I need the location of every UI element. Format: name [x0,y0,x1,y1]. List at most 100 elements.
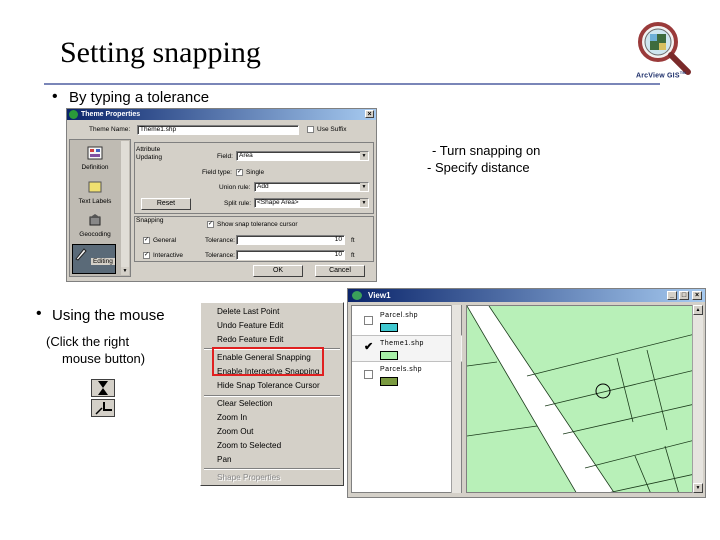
show-cursor-label: Show snap tolerance cursor [217,221,298,228]
dialog-close-button[interactable]: × [365,110,374,118]
union-rule-value: Add [257,183,269,190]
sidebar-item-label: Geocoding [79,231,111,238]
sidebar-item-label: Text Labels [78,198,112,205]
view-window: View1 _ □ × Parcel.shp ✔ Theme1.shp Parc… [347,288,706,498]
field-type-label: Field type: [202,169,232,176]
general-units: ft [351,237,355,244]
geocoding-icon [89,214,101,226]
sidebar-item-label: Definition [81,164,109,171]
slide-title: Setting snapping [60,36,261,69]
logo-tm: TM [679,70,686,75]
sidebar-scrollbar[interactable]: ▼ [121,141,129,275]
general-snapping-checkbox[interactable]: ✓ [143,237,150,244]
single-label: Single [246,169,265,176]
bullet-marker-2: • [36,305,42,322]
bullet-using-mouse: Using the mouse [52,307,165,324]
theme-properties-dialog: Theme Properties × Theme Name: Theme1.sh… [66,108,377,282]
menu-item-zoom-in[interactable]: Zoom In [217,413,247,422]
field-value: Area [239,152,253,159]
legend-item-parcel[interactable]: Parcel.shp [352,308,462,335]
parcel-map-drawing [467,306,693,492]
legend-item-parcels[interactable]: Parcels.shp [352,362,462,389]
attribute-updating-group: Attribute Updating Field: Area ▼ Field ty… [134,142,374,214]
snap-tool-button[interactable] [91,379,115,397]
interactive-units: ft [351,252,355,259]
show-cursor-checkbox[interactable]: ✓ [207,221,214,228]
legend-checkbox-parcels[interactable] [364,370,373,379]
logo-text: ArcView GISTM [636,70,686,79]
cancel-button[interactable]: Cancel [315,265,365,277]
attribute-updating-label-1: Attribute [136,146,161,153]
menu-item-redo-feature-edit[interactable]: Redo Feature Edit [217,335,283,344]
dialog-title: Theme Properties [81,111,141,118]
menu-item-clear-selection[interactable]: Clear Selection [217,399,273,408]
legend-item-theme1[interactable]: ✔ Theme1.shp [352,335,462,362]
menu-item-hide-snap-tolerance-cursor[interactable]: Hide Snap Tolerance Cursor [217,381,320,390]
definition-icon [87,146,103,160]
chevron-down-icon[interactable]: ▼ [360,183,368,191]
legend-name: Parcels.shp [380,366,423,373]
chevron-down-icon[interactable]: ▼ [360,152,368,160]
reset-button[interactable]: Reset [141,198,191,210]
menu-item-shape-properties-disabled: Shape Properties [217,473,281,482]
general-tolerance-input[interactable]: 10 [236,235,345,245]
legend-checkbox-parcel[interactable] [364,316,373,325]
menu-item-zoom-out[interactable]: Zoom Out [217,427,253,436]
toc-scrollbar[interactable] [451,305,461,493]
snap-corner-tool-button[interactable] [91,399,115,417]
snapping-group: Snapping ✓ Show snap tolerance cursor ✓ … [134,216,374,262]
interactive-snapping-checkbox[interactable]: ✓ [143,252,150,259]
snapping-label: Snapping [136,217,164,224]
right-click-note-2: mouse button) [62,351,146,366]
snapping-options-highlight [212,347,324,376]
menu-item-zoom-to-selected[interactable]: Zoom to Selected [217,441,281,450]
split-rule-select[interactable]: <Shape Area> ▼ [254,198,369,208]
sidebar-item-geocoding[interactable]: Geocoding [70,213,120,238]
bullet-typing-tolerance: By typing a tolerance [69,89,210,106]
map-scrollbar[interactable]: ▲ ▼ [692,305,703,493]
single-checkbox[interactable]: ✓ [236,169,243,176]
text-labels-icon [88,181,102,193]
dialog-titlebar: Theme Properties × [67,109,376,120]
theme-name-input[interactable]: Theme1.shp [137,125,299,135]
theme-name-label: Theme Name: [89,126,131,133]
maximize-button[interactable]: □ [679,291,689,300]
menu-item-delete-last-point[interactable]: Delete Last Point [217,307,279,316]
field-select[interactable]: Area ▼ [236,151,369,161]
legend-checkbox-theme1[interactable]: ✔ [364,342,373,353]
general-label: General [153,237,177,244]
union-rule-select[interactable]: Add ▼ [254,182,369,192]
sidebar-item-editing[interactable]: Editing [72,244,116,274]
legend-swatch [380,377,398,386]
split-rule-label: Split rule: [224,200,252,207]
union-rule-label: Union rule: [219,184,251,191]
interactive-tolerance-input[interactable]: 10 [236,250,345,260]
menu-item-undo-feature-edit[interactable]: Undo Feature Edit [217,321,283,330]
sidebar-scroll-down-icon[interactable]: ▼ [121,267,129,275]
road-strip [467,306,614,492]
chevron-down-icon[interactable]: ▼ [360,199,368,207]
legend-swatch [380,351,398,360]
split-rule-value: <Shape Area> [257,199,299,206]
ok-button[interactable]: OK [253,265,303,277]
sidebar-item-text-labels[interactable]: Text Labels [70,180,120,205]
table-of-contents: Parcel.shp ✔ Theme1.shp Parcels.shp [351,305,462,493]
view-title: View1 [368,291,391,300]
view-titlebar: View1 _ □ × [348,289,705,302]
bullet-marker-1: • [52,88,58,105]
use-suffix-checkbox[interactable] [307,126,314,133]
category-sidebar: Definition Text Labels Geocoding Editing… [69,139,131,277]
sidebar-item-definition[interactable]: Definition [70,146,120,171]
note-specify-distance: - Specify distance [427,160,530,175]
snapping-context-menu: Delete Last Point Undo Feature Edit Redo… [200,302,344,486]
menu-item-pan[interactable]: Pan [217,455,232,464]
map-display[interactable] [466,305,694,493]
scroll-down-icon[interactable]: ▼ [693,483,703,493]
legend-name: Theme1.shp [380,340,424,347]
legend-name: Parcel.shp [380,312,419,319]
logo-label: ArcView GIS [636,72,680,80]
minimize-button[interactable]: _ [667,291,677,300]
scroll-up-icon[interactable]: ▲ [693,305,703,315]
close-button[interactable]: × [692,291,702,300]
use-suffix-label: Use Suffix [317,126,347,133]
